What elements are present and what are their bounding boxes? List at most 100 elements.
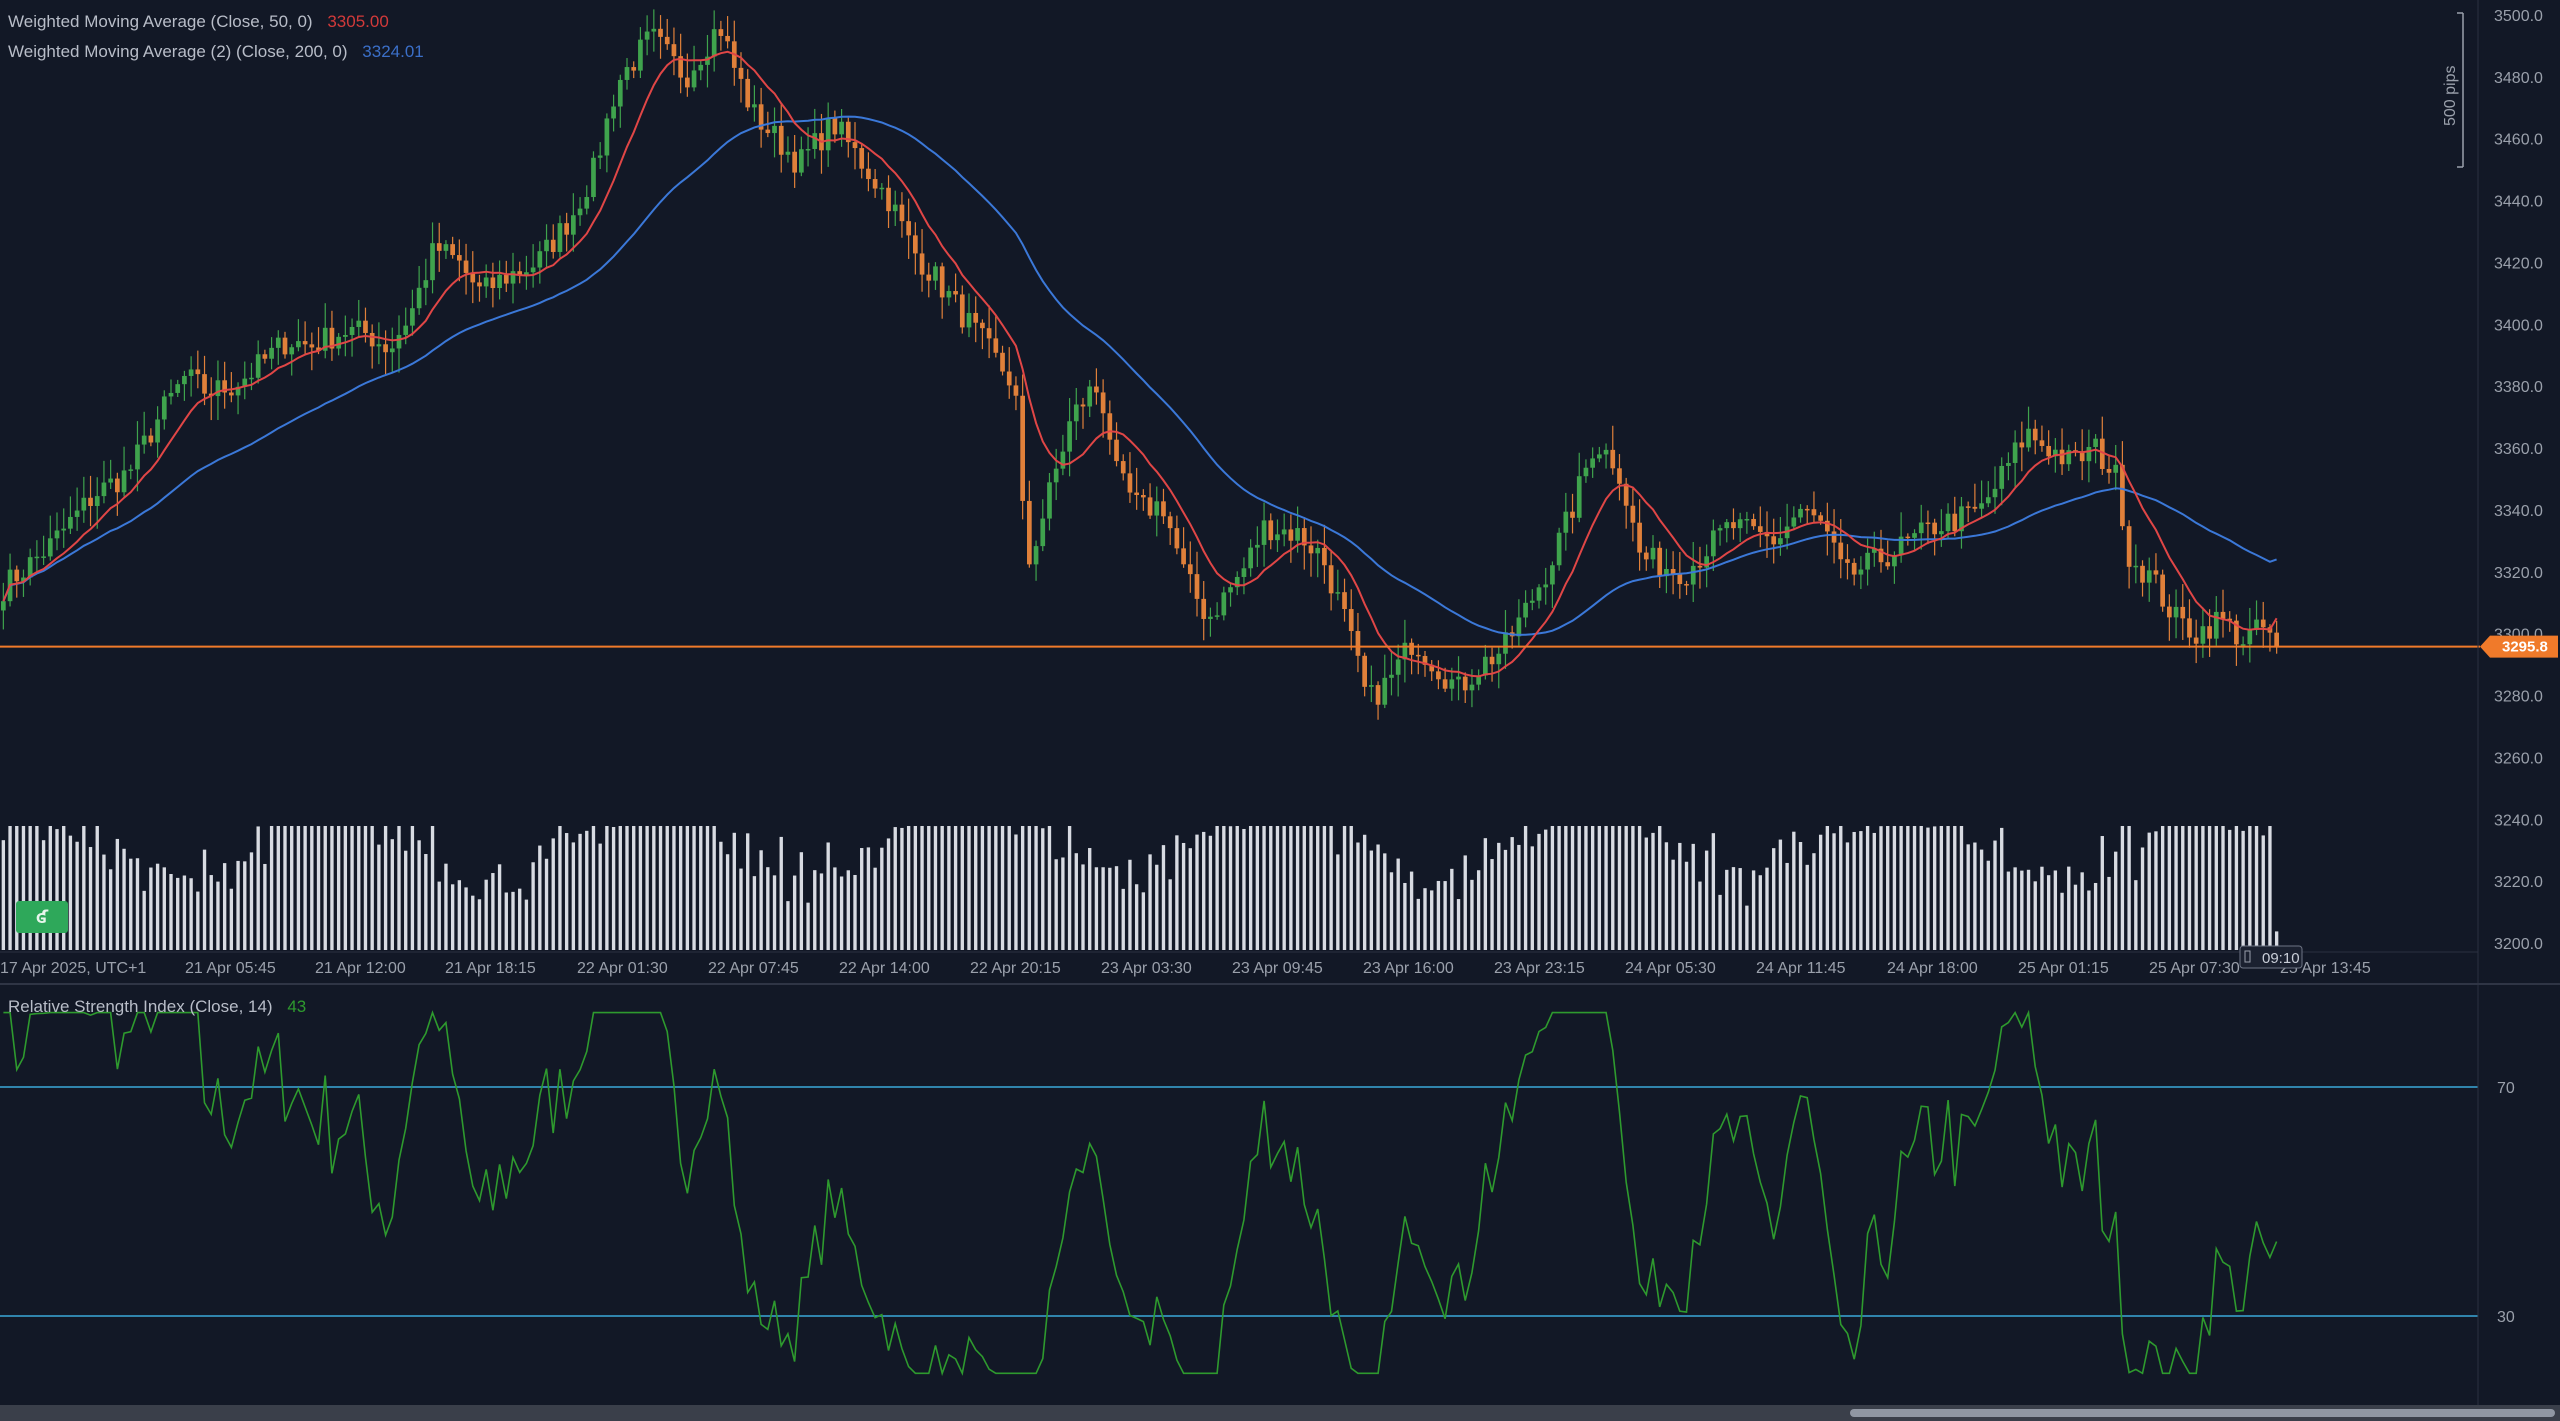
candle-body xyxy=(1757,526,1763,532)
candle-body xyxy=(436,243,442,251)
volume-bar xyxy=(2026,869,2031,950)
volume-bar xyxy=(209,875,213,950)
volume-bar xyxy=(1161,845,1166,950)
volume-bar xyxy=(1208,835,1213,950)
candle-body xyxy=(2120,464,2125,527)
candle-body xyxy=(1322,547,1327,566)
volume-bar xyxy=(68,835,73,950)
volume-bar xyxy=(1959,826,1964,950)
candle-body xyxy=(772,125,777,134)
time-tick-label: 22 Apr 14:00 xyxy=(839,960,930,977)
volume-bar xyxy=(1121,888,1125,950)
scrollbar-thumb[interactable] xyxy=(1850,1409,2555,1417)
chart-canvas[interactable]: 3200.03220.03240.03260.03280.03300.03320… xyxy=(0,0,2560,1421)
candle-body xyxy=(973,312,979,323)
volume-bar xyxy=(1088,848,1092,950)
candle-body xyxy=(1597,454,1602,459)
candle-body xyxy=(604,118,610,156)
candle-body xyxy=(993,338,999,353)
candle-body xyxy=(1328,565,1334,594)
candle-body xyxy=(1382,677,1388,705)
candle-body xyxy=(249,377,254,380)
candle-body xyxy=(2113,464,2119,473)
candle-body xyxy=(1670,568,1676,574)
volume-bar xyxy=(692,826,696,950)
volume-bar xyxy=(1061,857,1065,950)
volume-bar xyxy=(705,826,710,950)
volume-bar xyxy=(2080,872,2084,950)
volume-bar xyxy=(1470,879,1474,950)
candle-body xyxy=(1221,592,1227,616)
volume-bar xyxy=(1020,826,1025,950)
volume-bar xyxy=(2020,870,2024,950)
candle-body xyxy=(463,260,469,273)
candle-body xyxy=(1107,413,1113,440)
volume-bar xyxy=(759,850,763,950)
volume-bar xyxy=(2187,826,2192,950)
candle-body xyxy=(188,369,194,376)
volume-bar xyxy=(1664,842,1669,950)
volume-bar xyxy=(1034,826,1038,950)
candle-body xyxy=(1932,522,1937,535)
candle-body xyxy=(564,223,569,235)
volume-bar xyxy=(95,826,99,950)
volume-bar xyxy=(1134,884,1139,950)
candle-body xyxy=(2093,438,2098,447)
volume-bar xyxy=(370,826,374,950)
candle-body xyxy=(1073,404,1079,422)
volume-bar xyxy=(2127,826,2131,950)
candle-body xyxy=(81,497,87,511)
time-tick-label: 22 Apr 01:30 xyxy=(577,960,668,977)
candle-body xyxy=(966,312,972,328)
volume-bar xyxy=(1738,868,1742,950)
volume-bar xyxy=(1168,879,1172,950)
candle-body xyxy=(1187,564,1193,575)
rsi-tick-label: 70 xyxy=(2497,1080,2515,1097)
volume-bar xyxy=(913,826,918,950)
candle-body xyxy=(1308,545,1314,554)
volume-bar xyxy=(2241,830,2245,950)
volume-bar xyxy=(1577,826,1581,950)
volume-bar xyxy=(1383,853,1387,950)
candle-body xyxy=(1194,574,1200,599)
volume-bar xyxy=(1778,839,1783,950)
candle-body xyxy=(503,274,509,284)
candle-body xyxy=(892,204,898,212)
volume-bar xyxy=(585,830,589,950)
time-tick-label: 17 Apr 2025, UTC+1 xyxy=(0,960,146,977)
volume-bar xyxy=(176,877,180,950)
volume-bar xyxy=(464,887,468,950)
candle-body xyxy=(1214,615,1220,617)
volume-bar xyxy=(390,839,394,950)
volume-bar xyxy=(1932,826,1937,950)
candle-body xyxy=(1637,522,1642,553)
volume-bar xyxy=(2040,866,2044,950)
volume-bar xyxy=(383,826,388,950)
candle-body xyxy=(2133,565,2139,568)
volume-bar xyxy=(1872,832,1876,950)
volume-bar xyxy=(833,867,837,950)
price-tick-label: 3320.0 xyxy=(2494,565,2543,582)
candle-body xyxy=(2240,644,2246,646)
chart-background xyxy=(0,0,2560,1421)
volume-bar xyxy=(1899,826,1903,950)
volume-bar xyxy=(1785,862,1789,950)
volume-bar xyxy=(2107,876,2111,950)
volume-bar xyxy=(1912,826,1917,950)
candle-body xyxy=(510,271,516,284)
broker-logo[interactable]: ʛ xyxy=(16,901,68,933)
volume-bar xyxy=(1557,826,1561,950)
candle-body xyxy=(1999,465,2005,489)
candle-body xyxy=(396,334,402,349)
candle-body xyxy=(477,282,482,287)
candle-body xyxy=(671,44,677,57)
volume-bar xyxy=(269,826,274,950)
volume-bar xyxy=(1597,826,1602,950)
volume-bar xyxy=(2207,826,2212,950)
candle-body xyxy=(115,478,120,493)
candle-body xyxy=(363,320,368,333)
candle-body xyxy=(1529,600,1535,603)
candle-body xyxy=(1516,617,1522,637)
volume-bar xyxy=(2234,826,2239,950)
candle-body xyxy=(2140,565,2145,583)
